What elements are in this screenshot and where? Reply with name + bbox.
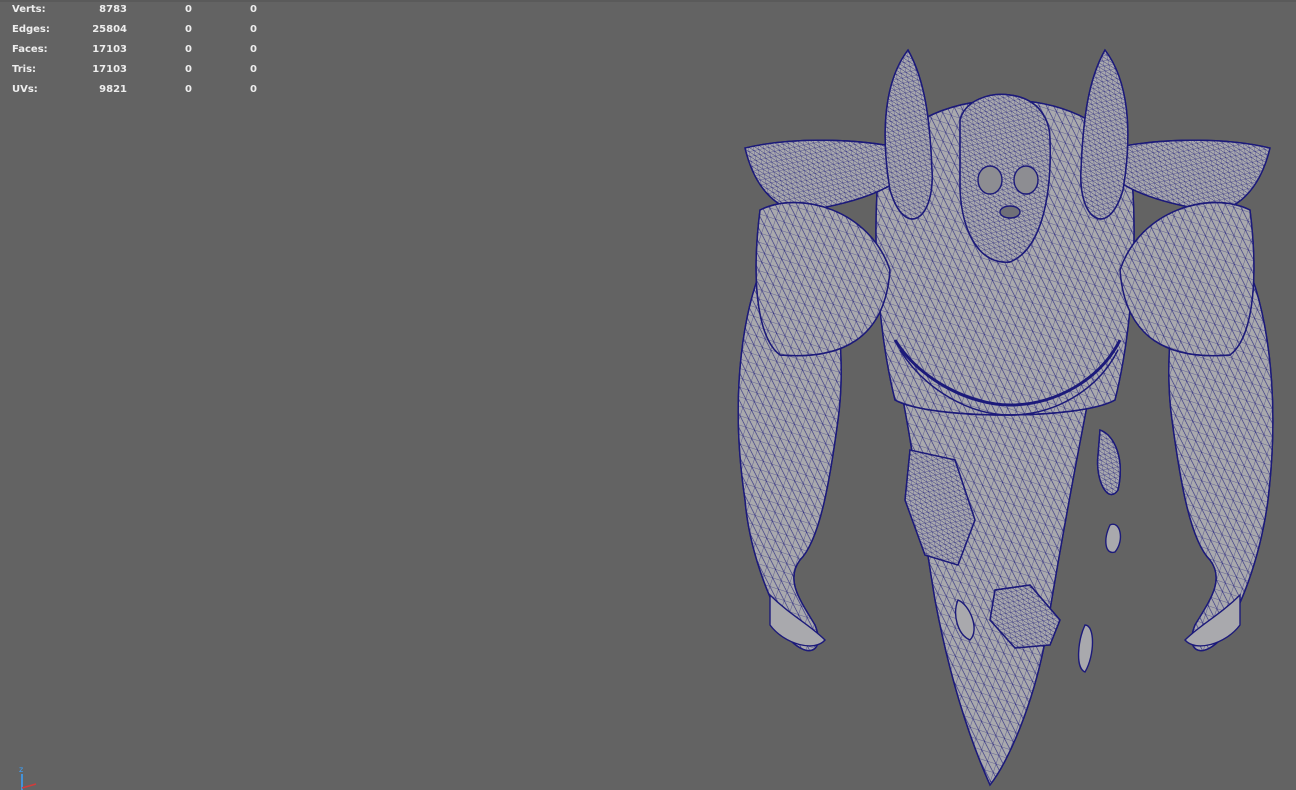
- hud-value-total: 17103: [92, 44, 127, 55]
- hud-label: Tris:: [12, 64, 37, 75]
- hud-value-selected: 0: [185, 44, 192, 55]
- mesh-body: [737, 48, 1274, 787]
- hud-label: Faces:: [12, 44, 48, 55]
- hud-label: Edges:: [12, 24, 50, 35]
- axis-gizmo: z: [19, 765, 37, 790]
- hud-value-selected: 0: [185, 64, 192, 75]
- hud-label: UVs:: [12, 84, 38, 95]
- hud-value-extra: 0: [250, 84, 257, 95]
- hud-value-total: 9821: [99, 84, 127, 95]
- x-axis-line: [21, 783, 37, 789]
- hud-value-extra: 0: [250, 64, 257, 75]
- viewport-top-border: [0, 0, 1296, 2]
- hud-value-selected: 0: [185, 84, 192, 95]
- hud-value-total: 25804: [92, 24, 127, 35]
- hud-value-extra: 0: [250, 24, 257, 35]
- hud-value-total: 8783: [99, 4, 127, 15]
- 3d-viewport[interactable]: Verts: 8783 0 0 Edges: 25804 0 0 Faces: …: [0, 0, 1296, 790]
- hud-value-extra: 0: [250, 44, 257, 55]
- hud-label: Verts:: [12, 4, 46, 15]
- hud-value-total: 17103: [92, 64, 127, 75]
- hud-value-selected: 0: [185, 24, 192, 35]
- hud-value-extra: 0: [250, 4, 257, 15]
- z-axis-label: z: [19, 765, 23, 774]
- hud-value-selected: 0: [185, 4, 192, 15]
- wireframe-character-model[interactable]: [720, 40, 1290, 790]
